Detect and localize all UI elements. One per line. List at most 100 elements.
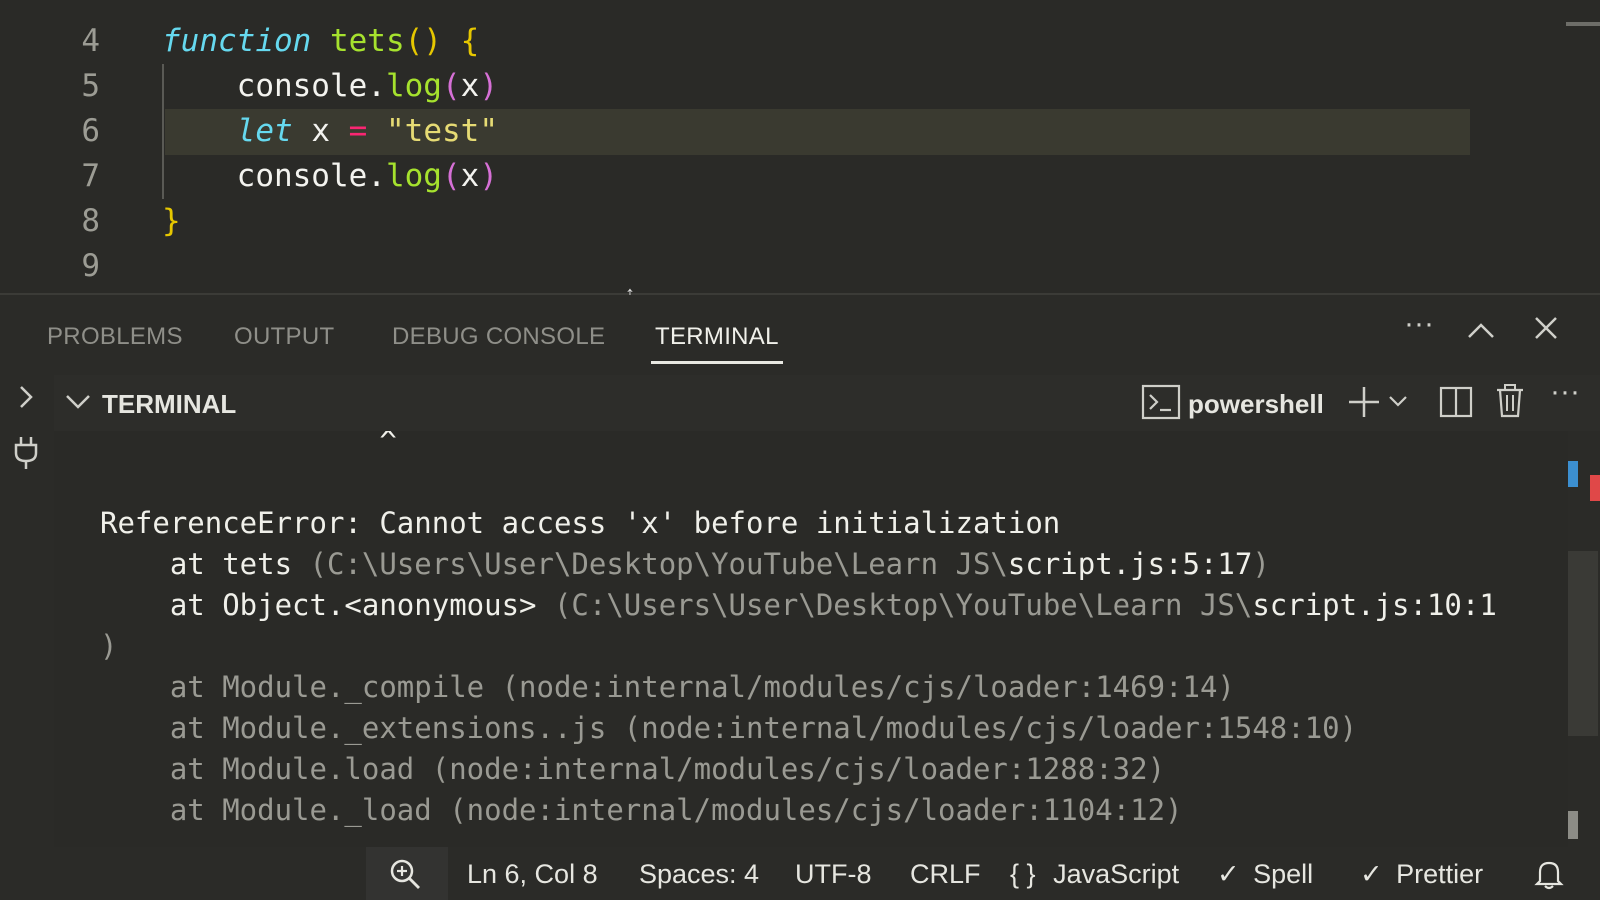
terminal-line: at Object.<anonymous> (C:\Users\User\Des… bbox=[100, 585, 1497, 626]
line-code: let x = "test" bbox=[162, 108, 498, 154]
code-token: let bbox=[236, 113, 293, 149]
terminal-text: at Module._extensions..js (node:internal… bbox=[100, 711, 1358, 745]
code-line[interactable]: 4 function tets() { bbox=[0, 18, 1570, 64]
code-token: ) bbox=[479, 68, 498, 104]
split-terminal-icon[interactable] bbox=[1439, 385, 1473, 424]
spell-check[interactable]: ✓ Spell bbox=[1217, 859, 1313, 890]
language-label: JavaScript bbox=[1053, 859, 1180, 889]
line-code: } bbox=[162, 198, 181, 244]
check-icon: ✓ bbox=[1217, 859, 1240, 889]
terminal-text: ) bbox=[100, 629, 118, 663]
panel-tab-bar: PROBLEMS OUTPUT DEBUG CONSOLE TERMINAL ·… bbox=[0, 295, 1600, 375]
code-line[interactable]: 5 console.log(x) bbox=[0, 63, 1570, 109]
terminal-dropdown-chevron-icon[interactable] bbox=[1387, 393, 1409, 414]
close-panel-icon[interactable] bbox=[1533, 315, 1559, 349]
code-token: ( bbox=[441, 158, 461, 194]
terminal-text: script.js:10:1 bbox=[1252, 588, 1497, 622]
zoom-button[interactable] bbox=[366, 847, 448, 900]
status-bar: Ln 6, Col 8 Spaces: 4 UTF-8 CRLF { } Jav… bbox=[0, 847, 1600, 900]
more-actions-icon[interactable]: ··· bbox=[1404, 307, 1434, 341]
active-tab-indicator bbox=[651, 361, 783, 364]
code-token: tets bbox=[329, 23, 405, 59]
overview-ruler-mark bbox=[1566, 22, 1600, 26]
code-token: () bbox=[404, 23, 442, 59]
terminal-section-title: TERMINAL bbox=[102, 389, 237, 419]
terminal-text: at Module.load (node:internal/modules/cj… bbox=[100, 752, 1166, 786]
tab-problems[interactable]: PROBLEMS bbox=[47, 323, 183, 351]
line-code: function tets() { bbox=[162, 18, 479, 64]
tab-terminal[interactable]: TERMINAL bbox=[655, 323, 779, 351]
terminal-line: at Module._compile (node:internal/module… bbox=[100, 667, 1235, 708]
code-line[interactable]: 9 bbox=[0, 243, 1570, 289]
code-line[interactable]: 8} bbox=[0, 198, 1570, 244]
terminal-text: (C:\Users\User\Desktop\YouTube\Learn JS\ bbox=[553, 588, 1253, 622]
tab-debug-console[interactable]: DEBUG CONSOLE bbox=[392, 323, 605, 351]
terminal-line: ReferenceError: Cannot access 'x' before… bbox=[100, 503, 1060, 544]
trash-icon[interactable] bbox=[1495, 383, 1525, 424]
prettier-status[interactable]: ✓ Prettier bbox=[1360, 859, 1483, 890]
terminal-scrollbar[interactable] bbox=[1568, 431, 1600, 847]
terminal-header: TERMINAL powershell ··· bbox=[54, 375, 1600, 431]
scrollbar-thumb[interactable] bbox=[1568, 551, 1598, 736]
terminal-side-strip bbox=[0, 375, 54, 847]
new-terminal-icon[interactable] bbox=[1347, 385, 1381, 424]
tab-output[interactable]: OUTPUT bbox=[234, 323, 334, 351]
scrollbar-marker-gray bbox=[1568, 811, 1578, 839]
terminal-prompt-icon bbox=[1141, 383, 1181, 426]
code-token: log bbox=[385, 68, 442, 104]
terminal-output[interactable]: ^ ReferenceError: Cannot access 'x' befor… bbox=[54, 431, 1568, 847]
plug-icon[interactable] bbox=[12, 435, 40, 476]
code-editor[interactable]: 4 function tets() {5 console.log(x) 6 let … bbox=[0, 0, 1600, 293]
chevron-down-icon[interactable] bbox=[64, 391, 92, 418]
prettier-label: Prettier bbox=[1396, 859, 1484, 889]
terminal-line: at Module._extensions..js (node:internal… bbox=[100, 708, 1357, 749]
terminal-line: ) bbox=[100, 626, 117, 667]
code-line[interactable]: 7 console.log(x) bbox=[0, 153, 1570, 199]
code-token: x bbox=[460, 68, 480, 104]
encoding[interactable]: UTF-8 bbox=[795, 859, 872, 890]
line-code: console.log(x) bbox=[162, 63, 498, 109]
chevron-right-icon[interactable] bbox=[14, 383, 38, 416]
braces-icon: { } bbox=[1010, 859, 1036, 889]
end-of-line[interactable]: CRLF bbox=[910, 859, 981, 890]
terminal-text: ) bbox=[1252, 547, 1270, 581]
terminal-text: at tets bbox=[100, 547, 310, 581]
indentation[interactable]: Spaces: 4 bbox=[639, 859, 759, 890]
bell-icon[interactable] bbox=[1534, 858, 1564, 895]
scrollbar-marker-blue bbox=[1568, 461, 1578, 487]
code-token: ) bbox=[479, 158, 498, 194]
code-token: x bbox=[292, 113, 349, 149]
terminal-text: at Object.<anonymous> bbox=[100, 588, 554, 622]
shell-name[interactable]: powershell bbox=[1188, 389, 1324, 420]
terminal-text: ^ bbox=[100, 431, 397, 458]
code-line[interactable]: 6 let x = "test" bbox=[0, 108, 1570, 154]
terminal-text: script.js:5:17 bbox=[1007, 547, 1253, 581]
code-token: ( bbox=[441, 68, 461, 104]
code-token: function bbox=[162, 23, 312, 59]
terminal-text: at Module._compile (node:internal/module… bbox=[100, 670, 1235, 704]
terminal-line: at Module.load (node:internal/modules/cj… bbox=[100, 749, 1165, 790]
terminal-line: at Module._load (node:internal/modules/c… bbox=[100, 790, 1183, 831]
line-number: 6 bbox=[81, 113, 100, 149]
line-number: 5 bbox=[81, 68, 100, 104]
terminal-line: ^ bbox=[100, 431, 397, 462]
code-token: log bbox=[385, 158, 442, 194]
line-number: 7 bbox=[81, 158, 100, 194]
scrollbar-marker-red bbox=[1590, 475, 1600, 501]
code-token: console. bbox=[162, 68, 386, 104]
terminal-text: at Module._load (node:internal/modules/c… bbox=[100, 793, 1183, 827]
cursor-position[interactable]: Ln 6, Col 8 bbox=[467, 859, 598, 890]
terminal-line: at tets (C:\Users\User\Desktop\YouTube\L… bbox=[100, 544, 1270, 585]
language-mode[interactable]: { } JavaScript bbox=[1010, 859, 1179, 890]
maximize-panel-icon[interactable] bbox=[1466, 315, 1496, 349]
code-token: { bbox=[460, 23, 480, 59]
check-icon: ✓ bbox=[1360, 859, 1383, 889]
zoom-in-icon bbox=[390, 859, 420, 889]
line-number: 9 bbox=[81, 248, 100, 284]
code-token: } bbox=[162, 203, 181, 239]
terminal-more-actions-icon[interactable]: ··· bbox=[1550, 375, 1580, 409]
